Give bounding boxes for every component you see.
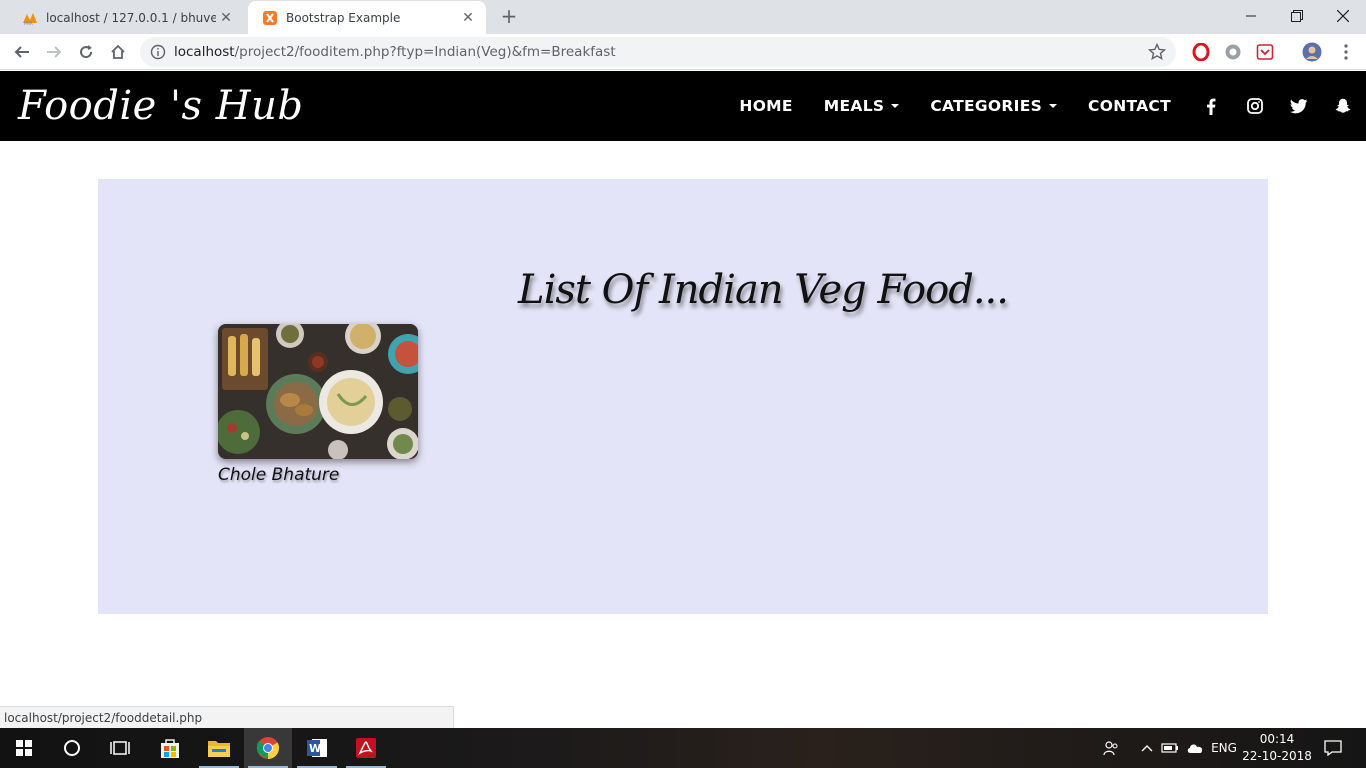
chrome-icon [256,737,279,759]
nav-contact-label: CONTACT [1088,97,1171,115]
more-vertical-icon [1344,44,1348,60]
word-icon: W [307,739,327,757]
xampp-favicon-icon [263,10,277,25]
browser-tab-strip: PMA localhost / 127.0.0.1 / bhuvesh20 ✕ … [0,0,1366,34]
food-item-card[interactable]: Chole Bhature [218,324,418,485]
food-item-image[interactable] [218,324,418,459]
tray-battery[interactable] [1160,728,1180,768]
tab-close-icon[interactable]: ✕ [216,10,236,26]
arrow-left-icon [14,46,29,58]
nav-contact-link[interactable]: CONTACT [1088,97,1171,115]
nav-categories-dropdown[interactable]: CATEGORIES [930,97,1058,115]
twitter-icon [1290,98,1308,113]
instagram-link[interactable] [1246,97,1264,115]
instagram-icon [1247,98,1263,114]
action-center-button[interactable] [1320,728,1346,768]
link-status-bubble: localhost/project2/fooddetail.php [0,706,454,728]
url-host: localhost [174,44,235,60]
caret-down-icon [1049,104,1058,108]
back-button[interactable] [10,40,34,64]
twitter-link[interactable] [1290,97,1308,115]
address-bar[interactable]: localhost/project2/fooditem.php?ftyp=Ind… [140,37,1176,67]
tab-phpmyadmin[interactable]: PMA localhost / 127.0.0.1 / bhuvesh20 ✕ [8,1,244,34]
windows-taskbar: W ENG 00:14 22-10-2018 [0,728,1366,768]
restore-button[interactable] [1274,0,1320,32]
food-item-name[interactable]: Chole Bhature [218,465,418,485]
browser-menu-button[interactable] [1334,40,1358,64]
nav-categories-label: CATEGORIES [930,97,1043,115]
tab-bootstrap-example[interactable]: Bootstrap Example ✕ [248,1,486,34]
minimize-button[interactable] [1228,0,1274,32]
facebook-icon [1207,98,1216,115]
facebook-link[interactable] [1202,97,1220,115]
pocket-extension-icon[interactable] [1256,43,1274,61]
nav-meals-dropdown[interactable]: MEALS [824,97,900,115]
food-photo-illustration [218,324,418,459]
cloud-icon [1187,744,1203,753]
acrobat-icon [356,738,376,758]
url-text: localhost/project2/fooditem.php?ftyp=Ind… [174,44,616,60]
info-icon[interactable] [150,44,166,60]
caret-down-icon [891,104,900,108]
close-icon [1337,10,1349,22]
opera-extension-icon[interactable] [1192,43,1210,61]
page-title: List Of Indian Veg Food... [518,267,1009,313]
taskbar-word[interactable]: W [293,728,341,768]
arrow-right-icon [47,46,62,58]
chevron-up-icon [1141,745,1153,752]
nav-home-link[interactable]: HOME [739,97,792,115]
site-brand-logo[interactable]: Foodie 's Hub [18,83,304,129]
nav-meals-label: MEALS [823,97,885,115]
extension-circle-icon[interactable] [1224,43,1242,61]
notification-icon [1324,740,1342,756]
tray-language[interactable]: ENG [1208,728,1240,768]
task-view-icon [110,741,130,755]
cortana-circle-icon [64,740,80,756]
tab-title: localhost / 127.0.0.1 / bhuvesh20 [46,10,216,25]
folder-icon [208,741,230,757]
store-bag-icon [161,739,179,758]
people-icon [1103,741,1118,756]
restore-icon [1291,10,1303,22]
tab-close-icon[interactable]: ✕ [458,10,478,26]
tray-show-hidden[interactable] [1138,728,1156,768]
site-navbar: Foodie 's Hub HOME MEALS CATEGORIES CONT… [0,71,1366,141]
url-path: /project2/fooditem.php?ftyp=Indian(Veg)&… [234,44,616,60]
clock-date: 22-10-2018 [1242,749,1312,763]
cortana-button[interactable] [48,728,96,768]
tray-people[interactable] [1100,728,1122,768]
minimize-icon [1246,15,1256,17]
new-tab-button[interactable]: + [498,6,520,28]
browser-toolbar: localhost/project2/fooditem.php?ftyp=Ind… [0,34,1366,70]
taskbar-file-explorer[interactable] [195,728,243,768]
home-icon [111,44,125,59]
taskbar-store[interactable] [146,728,194,768]
windows-logo-icon [16,740,32,756]
bookmark-star-icon[interactable] [1148,43,1166,61]
reload-button[interactable] [74,40,98,64]
battery-icon [1161,743,1178,753]
taskbar-acrobat[interactable] [342,728,390,768]
clock-time: 00:14 [1259,732,1295,746]
task-view-button[interactable] [96,728,144,768]
start-button[interactable] [0,728,48,768]
close-window-button[interactable] [1320,0,1366,32]
profile-avatar-icon[interactable] [1302,42,1322,62]
reload-icon [80,45,93,59]
taskbar-clock[interactable]: 00:14 22-10-2018 [1240,731,1314,765]
forward-button[interactable] [42,40,66,64]
svg-text:W: W [309,742,321,755]
tray-onedrive[interactable] [1184,728,1206,768]
svg-text:PMA: PMA [24,21,33,26]
snapchat-link[interactable] [1334,97,1352,115]
tab-title: Bootstrap Example [286,10,401,25]
home-button[interactable] [106,40,130,64]
phpmyadmin-favicon-icon: PMA [23,12,37,26]
taskbar-chrome[interactable] [244,728,292,768]
food-list-panel: List Of Indian Veg Food... Chole Bhature [98,179,1268,614]
nav-links: HOME MEALS CATEGORIES CONTACT [739,71,1366,141]
nav-home-label: HOME [739,97,793,115]
snapchat-icon [1335,98,1351,113]
